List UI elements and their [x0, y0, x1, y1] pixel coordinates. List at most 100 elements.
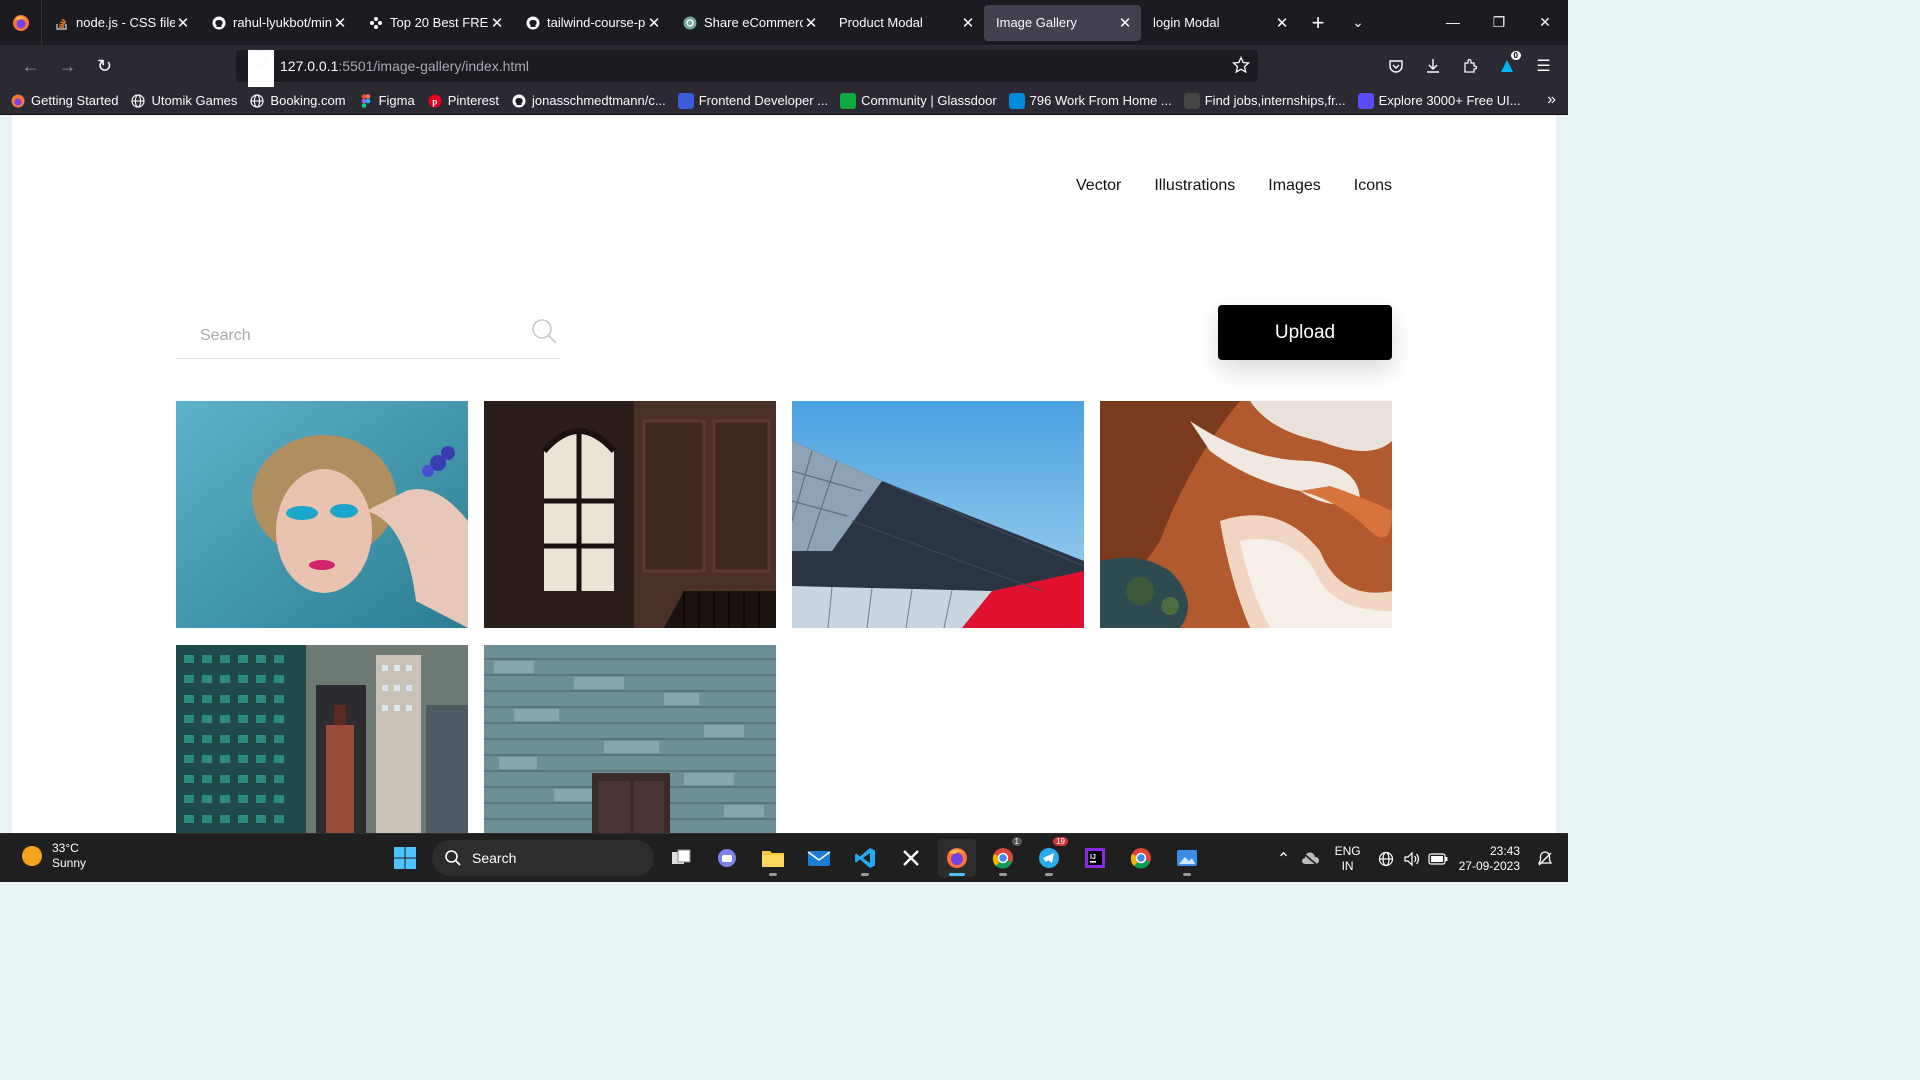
browser-tab[interactable]: Top 20 Best FREE T✕ [356, 5, 513, 41]
gallery-image-stone-wall[interactable] [484, 645, 776, 833]
bookmark-item[interactable]: jonasschmedtmann/c... [511, 93, 666, 109]
nav-link-icons[interactable]: Icons [1354, 177, 1392, 195]
clock-date: 27-09-2023 [1458, 858, 1520, 873]
close-tab-icon[interactable]: ✕ [960, 14, 976, 32]
bookmark-item[interactable]: p Pinterest [427, 93, 499, 109]
forward-arrow-icon[interactable]: → [49, 56, 86, 77]
browser-tab[interactable]: login Modal ✕ [1141, 5, 1298, 41]
figma-icon [358, 93, 374, 109]
input-language[interactable]: ENG IN [1335, 844, 1361, 874]
bookmark-item[interactable]: 796 Work From Home ... [1008, 92, 1172, 109]
search-icon[interactable] [530, 317, 558, 350]
browser-tab[interactable]: Image Gallery ✕ [984, 4, 1141, 41]
vscode-icon[interactable] [846, 839, 884, 877]
mail-icon[interactable] [800, 839, 838, 877]
bookmark-item[interactable]: Booking.com [249, 93, 346, 109]
tab-title: Top 20 Best FREE T [390, 15, 489, 30]
list-all-tabs-icon[interactable]: ⌄ [1338, 14, 1378, 31]
close-tab-icon[interactable]: ✕ [1274, 14, 1290, 32]
gallery-image-window-room[interactable] [484, 401, 776, 628]
task-view-icon[interactable] [662, 839, 700, 877]
upload-button[interactable]: Upload [1218, 305, 1392, 360]
network-globe-icon[interactable] [1373, 851, 1399, 867]
photos-icon[interactable] [1168, 839, 1206, 877]
downloads-icon[interactable] [1414, 58, 1451, 74]
bookmark-item[interactable]: Find jobs,internships,fr... [1183, 92, 1346, 109]
extension-account-icon[interactable]: 0 [1488, 51, 1525, 75]
notification-bell-icon[interactable] [1532, 850, 1558, 867]
back-arrow-icon[interactable]: ← [12, 56, 49, 77]
close-tab-icon[interactable]: ✕ [1117, 14, 1133, 32]
pinterest-icon: p [427, 93, 443, 109]
minimize-icon[interactable]: — [1430, 14, 1476, 31]
bookmark-label: Pinterest [447, 93, 500, 108]
globe-icon [130, 93, 146, 109]
bookmark-item[interactable]: Community | Glassdoor [840, 92, 997, 109]
x-twitter-icon[interactable] [892, 839, 930, 877]
bookmark-label: Getting Started [31, 93, 119, 108]
tab-title: login Modal [1153, 15, 1220, 30]
new-tab-button[interactable]: + [1298, 10, 1338, 36]
teams-chat-icon[interactable] [708, 839, 746, 877]
image-gallery-page: Vector Illustrations Images Icons Upload [12, 115, 1556, 833]
nav-link-images[interactable]: Images [1268, 177, 1320, 195]
chrome-profile-icon[interactable] [1122, 839, 1160, 877]
language-code: ENG [1334, 843, 1361, 858]
bookmark-label: jonasschmedtmann/c... [532, 93, 666, 108]
close-window-icon[interactable]: ✕ [1522, 14, 1568, 31]
more-bookmarks-icon[interactable]: » [1547, 91, 1556, 109]
onedrive-offline-icon[interactable] [1297, 851, 1323, 866]
extensions-icon[interactable] [1451, 58, 1488, 74]
browser-tab[interactable]: tailwind-course-pr ✕ [513, 5, 670, 41]
battery-icon[interactable] [1425, 852, 1451, 865]
tab-strip: node.js - CSS file l ✕ rahul-lyukbot/mini ✕… [42, 0, 1298, 45]
gallery-image-city[interactable] [176, 645, 468, 833]
close-tab-icon[interactable]: ✕ [803, 14, 819, 32]
bookmark-item[interactable]: Getting Started [10, 93, 118, 109]
weather-widget[interactable]: 33°C Sunny [22, 841, 86, 871]
browser-tab[interactable]: Share eCommerce ✕ [670, 5, 827, 41]
app-menu-icon[interactable]: ☰ [1525, 56, 1562, 76]
bookmark-label: Community | Glassdoor [861, 93, 997, 108]
file-explorer-icon[interactable] [754, 839, 792, 877]
show-hidden-icons-chevron[interactable]: ⌃ [1271, 849, 1297, 869]
nav-link-illustrations[interactable]: Illustrations [1154, 177, 1235, 195]
nav-link-vector[interactable]: Vector [1076, 177, 1121, 195]
bookmark-item[interactable]: Frontend Developer ... [677, 92, 828, 109]
browser-tab[interactable]: node.js - CSS file l ✕ [42, 5, 199, 41]
close-tab-icon[interactable]: ✕ [489, 14, 505, 32]
globe-icon [249, 93, 265, 109]
search-input[interactable] [176, 326, 496, 345]
gallery-image-portrait[interactable] [176, 401, 468, 628]
system-tray: ⌃ ENG IN 23:43 27-09-2023 [1271, 834, 1568, 883]
firefox-taskbar-icon[interactable] [938, 839, 976, 877]
bookmark-item[interactable]: Utomik Games [130, 93, 237, 109]
close-tab-icon[interactable]: ✕ [332, 14, 348, 32]
browser-tab-bar: node.js - CSS file l ✕ rahul-lyukbot/mini ✕… [0, 0, 1568, 45]
chrome-icon[interactable]: 1 [984, 837, 1022, 877]
telegram-icon[interactable]: 19 [1030, 837, 1068, 877]
system-clock[interactable]: 23:43 27-09-2023 [1459, 844, 1520, 874]
pocket-icon[interactable] [1377, 58, 1414, 74]
bookmark-item[interactable]: Explore 3000+ Free UI... [1357, 92, 1521, 109]
toolbar-right: 0 ☰ [1377, 45, 1568, 87]
reload-icon[interactable]: ↻ [86, 56, 123, 77]
gallery-image-building[interactable] [792, 401, 1084, 628]
address-bar[interactable]: 127.0.0.1:5501/image-gallery/index.html [236, 50, 1258, 768]
url-host: 127.0.0.1 [280, 58, 339, 74]
gallery-image-aerial[interactable] [1100, 401, 1392, 628]
close-tab-icon[interactable]: ✕ [175, 14, 191, 32]
firefox-menu-icon[interactable] [0, 0, 42, 45]
intellij-icon[interactable]: IJ [1076, 839, 1114, 877]
bookmark-item[interactable]: Figma [358, 93, 415, 109]
windows-start-icon[interactable] [386, 839, 424, 877]
bookmark-star-icon[interactable] [1231, 55, 1251, 77]
restore-icon[interactable]: ❐ [1476, 14, 1522, 31]
volume-icon[interactable] [1399, 851, 1425, 867]
taskbar-search[interactable]: Search [432, 840, 654, 876]
close-tab-icon[interactable]: ✕ [646, 14, 662, 32]
search-icon [445, 850, 461, 866]
bookmarks-toolbar: Getting Started Utomik Games Booking.com Fi… [0, 87, 1568, 115]
browser-tab[interactable]: rahul-lyukbot/mini ✕ [199, 5, 356, 41]
browser-tab[interactable]: Product Modal ✕ [827, 5, 984, 41]
